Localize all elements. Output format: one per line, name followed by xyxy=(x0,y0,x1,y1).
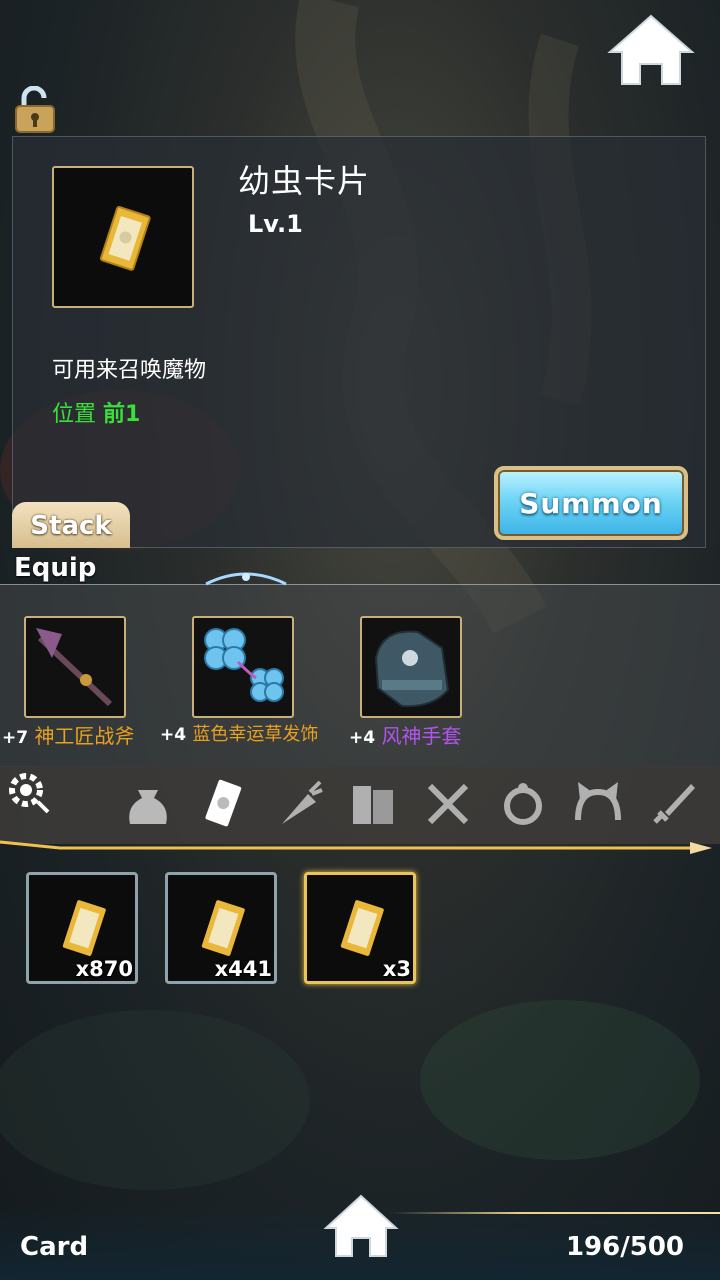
card-icon xyxy=(340,900,384,956)
equip-label: Equip xyxy=(14,553,97,583)
card-icon xyxy=(201,900,245,956)
equip-slot-hair[interactable] xyxy=(192,616,294,718)
equip-item-gloves: +4 风神手套 xyxy=(349,720,461,749)
category-underline xyxy=(0,840,712,854)
card-icon[interactable] xyxy=(195,776,251,832)
fork-knife-icon[interactable] xyxy=(420,776,476,832)
equip-slot-weapon[interactable] xyxy=(24,616,126,718)
item-count: x3 xyxy=(382,957,411,981)
equip-item-hair: +4 蓝色幸运草发饰 xyxy=(160,720,318,746)
inventory-capacity: 196/500 xyxy=(565,1232,684,1262)
settings-gear-icon[interactable] xyxy=(4,768,52,816)
equip-name: 神工匠战斧 xyxy=(34,724,135,748)
equip-item-weapon: +7 神工匠战斧 xyxy=(2,720,134,749)
clover-hairpin-icon xyxy=(204,628,284,702)
gauntlet-icon xyxy=(374,630,450,708)
unlocked-padlock-icon[interactable] xyxy=(12,86,58,134)
books-icon[interactable] xyxy=(345,776,401,832)
item-description: 可用来召唤魔物 xyxy=(52,358,207,383)
sword-icon[interactable] xyxy=(645,776,701,832)
item-position: 位置 前1 xyxy=(52,396,140,428)
bag-icon[interactable] xyxy=(120,776,176,832)
inventory-slot-selected[interactable]: x3 xyxy=(304,872,416,984)
item-level: Lv.1 xyxy=(248,210,303,238)
cat-ears-icon[interactable] xyxy=(570,776,626,832)
carrot-icon[interactable] xyxy=(270,776,326,832)
home-icon[interactable] xyxy=(606,12,696,88)
axe-icon xyxy=(36,628,113,707)
home-icon[interactable] xyxy=(322,1192,400,1260)
position-value: 前1 xyxy=(103,402,141,427)
equip-name: 蓝色幸运草发饰 xyxy=(192,724,319,745)
item-name: 幼虫卡片 xyxy=(238,162,371,200)
item-count: x870 xyxy=(75,957,133,981)
equip-plus: +7 xyxy=(2,728,29,748)
summon-button[interactable]: Summon xyxy=(494,466,688,540)
equip-slot-gloves[interactable] xyxy=(360,616,462,718)
category-title: Card xyxy=(20,1232,89,1262)
ornament-icon xyxy=(205,572,287,586)
position-label: 位置 xyxy=(52,402,97,427)
bottom-divider xyxy=(390,1212,720,1214)
card-icon xyxy=(62,900,106,956)
inventory-slot[interactable]: x441 xyxy=(165,872,277,984)
item-preview-frame xyxy=(52,166,194,308)
equip-plus: +4 xyxy=(160,725,187,745)
equip-plus: +4 xyxy=(349,728,376,748)
item-count: x441 xyxy=(214,957,272,981)
ring-icon[interactable] xyxy=(495,776,551,832)
stack-tab[interactable]: Stack xyxy=(12,502,130,548)
equip-name: 风神手套 xyxy=(381,724,462,748)
inventory-slot[interactable]: x870 xyxy=(26,872,138,984)
card-icon xyxy=(99,205,151,271)
